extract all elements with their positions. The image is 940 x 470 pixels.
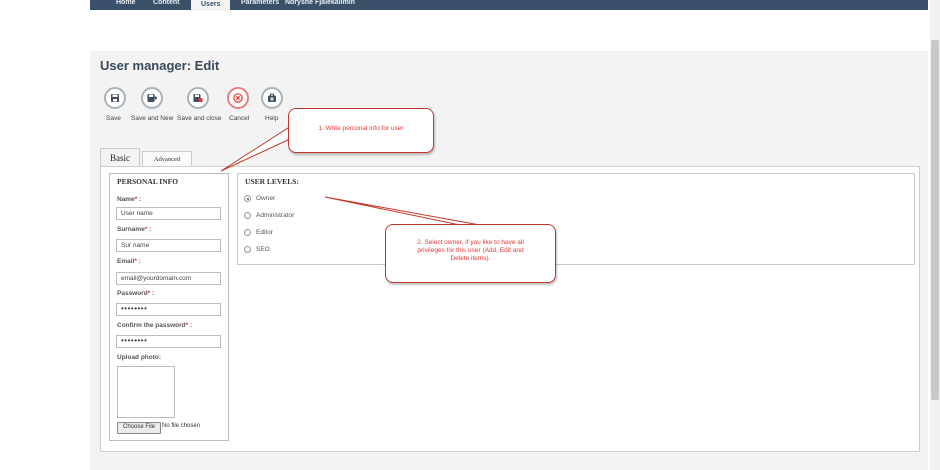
- no-file-chosen-text: No file chosen: [162, 423, 201, 429]
- password-field[interactable]: ••••••••: [116, 303, 221, 316]
- cancel-x-icon: [233, 93, 243, 103]
- callout-user-level: 2. Select owner, if you like to have all…: [385, 224, 556, 283]
- personal-info-title: PERSONAL INFO: [117, 177, 179, 186]
- floppy-arrow-icon: [147, 94, 157, 102]
- nav-item-change-password[interactable]: Ndryshe Fjalëkalimin: [285, 0, 355, 8]
- photo-preview: [117, 366, 175, 418]
- name-field[interactable]: User name: [116, 207, 221, 220]
- radio-editor-label[interactable]: Editor: [256, 229, 273, 236]
- save-and-close-button-label[interactable]: Save and close: [177, 115, 221, 122]
- radio-administrator[interactable]: [244, 212, 251, 219]
- tab-advanced[interactable]: Advanced: [142, 151, 192, 167]
- nav-item-parameters[interactable]: Parameters: [241, 0, 279, 8]
- radio-seo-label[interactable]: SEO: [256, 246, 270, 253]
- save-button[interactable]: [104, 87, 126, 109]
- confirm-password-label: Confirm the password* :: [117, 322, 193, 329]
- page-title: User manager: Edit: [100, 58, 220, 73]
- help-button[interactable]: [261, 87, 283, 109]
- radio-administrator-label[interactable]: Administrator: [256, 212, 294, 219]
- radio-owner[interactable]: [244, 195, 251, 202]
- email-field[interactable]: email@yourdomain.com: [116, 272, 221, 285]
- surname-field[interactable]: Sur name: [116, 239, 221, 252]
- nav-item-content[interactable]: Content: [153, 0, 179, 8]
- callout-user-level-line-1: 2. Select owner, if you like to have all: [417, 239, 524, 246]
- save-button-label[interactable]: Save: [106, 115, 121, 122]
- save-and-close-button[interactable]: [187, 87, 209, 109]
- top-navigation-bar: Home Content Users Parameters Ndryshe Fj…: [90, 0, 928, 11]
- help-button-label[interactable]: Help: [265, 115, 278, 122]
- tab-basic[interactable]: Basic: [100, 148, 140, 167]
- callout-personal-info: 1. Write perconal info for user: [288, 108, 434, 153]
- help-lifebuoy-icon: [268, 93, 276, 102]
- radio-editor[interactable]: [244, 229, 251, 236]
- callout-user-level-line-3: Delete items).: [450, 255, 491, 262]
- confirm-password-field[interactable]: ••••••••: [116, 335, 221, 348]
- password-label: Password* :: [117, 290, 155, 297]
- cancel-button[interactable]: [227, 87, 249, 109]
- callout-user-level-line-2: privileges for this user (Add, Edit and: [417, 247, 524, 254]
- radio-owner-label[interactable]: Owner: [256, 195, 275, 202]
- nav-item-home[interactable]: Home: [116, 0, 135, 8]
- nav-item-users[interactable]: Users: [191, 0, 231, 11]
- name-label: Name* :: [117, 196, 142, 203]
- upload-photo-label: Upload photo:: [117, 354, 162, 361]
- save-and-new-button[interactable]: [141, 87, 163, 109]
- cancel-button-label[interactable]: Cancel: [229, 115, 249, 122]
- floppy-close-icon: [193, 94, 203, 103]
- radio-seo[interactable]: [244, 246, 251, 253]
- user-levels-fieldset: [237, 173, 915, 265]
- save-and-new-button-label[interactable]: Save and New: [131, 115, 173, 122]
- surname-label: Surname* :: [117, 226, 152, 233]
- vertical-scrollbar[interactable]: [930, 0, 940, 470]
- email-label: Email* :: [117, 258, 141, 265]
- scrollbar-thumb[interactable]: [931, 40, 939, 400]
- user-levels-title: USER LEVELS:: [245, 177, 299, 186]
- choose-file-button[interactable]: Choose File: [117, 422, 161, 434]
- floppy-disk-icon: [111, 94, 119, 102]
